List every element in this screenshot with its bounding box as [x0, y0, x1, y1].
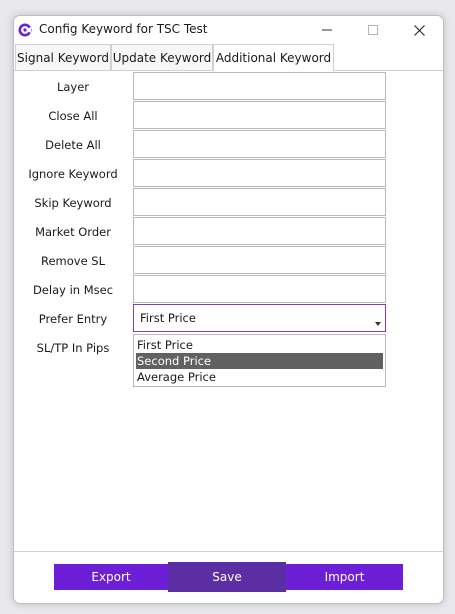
delete-all-label: Delete All	[45, 138, 101, 152]
close-icon	[413, 24, 425, 36]
skip-keyword-label: Skip Keyword	[34, 196, 112, 210]
close-all-label: Close All	[48, 109, 98, 123]
maximize-icon	[368, 25, 378, 35]
export-button[interactable]: Export	[54, 564, 168, 590]
delete-all-input[interactable]	[133, 130, 386, 158]
footer-divider	[14, 551, 443, 552]
prefer-entry-value: First Price	[140, 311, 196, 325]
layer-label: Layer	[56, 80, 90, 94]
prefer-entry-select[interactable]: First Price	[133, 304, 386, 332]
tab-additional-keyword[interactable]: Additional Keyword	[213, 44, 334, 71]
minimize-button[interactable]	[304, 16, 350, 44]
option-average-price[interactable]: Average Price	[136, 369, 383, 385]
config-keyword-window: Config Keyword for TSC Test Signal Keywo…	[13, 15, 444, 604]
remove-sl-input[interactable]	[133, 246, 386, 274]
skip-keyword-input[interactable]	[133, 188, 386, 216]
remove-sl-label: Remove SL	[40, 254, 106, 268]
sl-tp-in-pips-label: SL/TP In Pips	[36, 341, 110, 355]
delay-in-msec-label: Delay in Msec	[32, 283, 114, 297]
maximize-button	[350, 16, 396, 44]
title-bar: Config Keyword for TSC Test	[14, 16, 443, 44]
prefer-entry-dropdown-list: First Price Second Price Average Price	[133, 334, 386, 387]
market-order-input[interactable]	[133, 217, 386, 245]
minimize-icon	[322, 29, 332, 31]
delay-in-msec-input[interactable]	[133, 275, 386, 303]
market-order-label: Market Order	[35, 225, 111, 239]
option-second-price[interactable]: Second Price	[136, 353, 383, 369]
window-title: Config Keyword for TSC Test	[39, 22, 208, 36]
chevron-down-icon	[375, 322, 381, 326]
ignore-keyword-label: Ignore Keyword	[28, 167, 118, 181]
import-button[interactable]: Import	[286, 564, 403, 590]
close-all-input[interactable]	[133, 101, 386, 129]
tab-update-keyword[interactable]: Update Keyword	[111, 44, 213, 70]
tab-signal-keyword[interactable]: Signal Keyword	[15, 44, 111, 70]
app-logo-icon	[18, 22, 32, 37]
save-button[interactable]: Save	[168, 562, 286, 592]
ignore-keyword-input[interactable]	[133, 159, 386, 187]
layer-input[interactable]	[133, 72, 386, 100]
option-first-price[interactable]: First Price	[136, 337, 383, 353]
prefer-entry-label: Prefer Entry	[38, 312, 108, 326]
tab-strip: Signal Keyword Update Keyword Additional…	[14, 44, 443, 71]
close-button[interactable]	[396, 16, 442, 44]
